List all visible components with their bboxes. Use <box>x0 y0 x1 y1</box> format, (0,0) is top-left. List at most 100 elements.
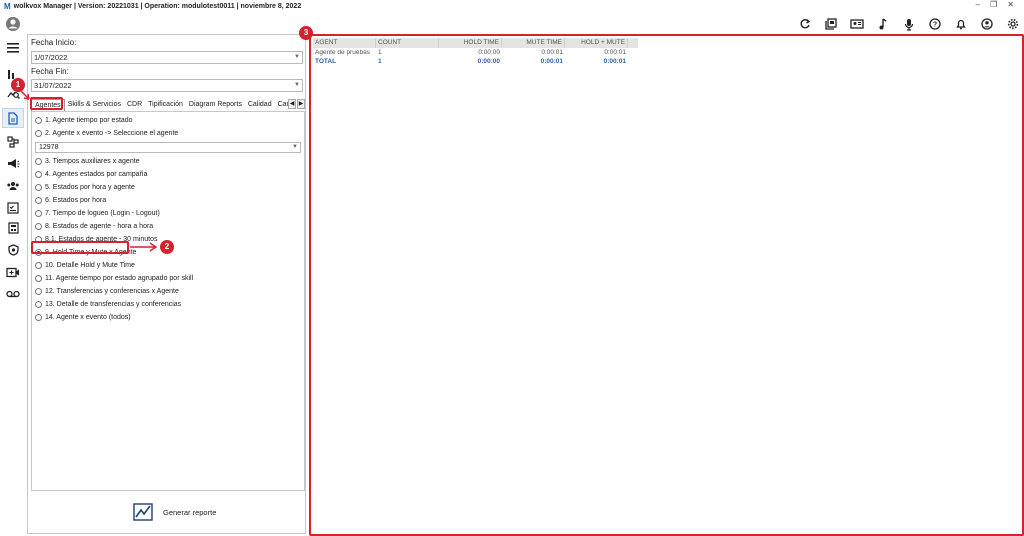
report-options-panel: Fecha Inicio: 1/07/2022 ▼ Fecha Fin: 31/… <box>27 34 306 534</box>
radio-button[interactable] <box>35 117 42 124</box>
tab-scroll-left-icon[interactable]: ◀ <box>288 99 296 109</box>
tab-diagram-reports[interactable]: Diagram Reports <box>186 99 245 111</box>
chevron-down-icon[interactable]: ▼ <box>294 52 300 63</box>
close-button[interactable]: ✕ <box>1007 0 1014 9</box>
window-title: wolkvox Manager | Version: 20221031 | Op… <box>13 3 302 10</box>
chevron-down-icon[interactable]: ▼ <box>292 143 298 152</box>
report-option[interactable]: 11. Agente tiempo por estado agrupado po… <box>35 275 193 282</box>
svg-text:?: ? <box>933 22 937 29</box>
table-header-row: AGENT COUNT HOLD TIME MUTE TIME HOLD + M… <box>313 38 638 48</box>
column-header[interactable]: AGENT <box>313 38 376 48</box>
restore-button[interactable]: ❐ <box>990 0 997 9</box>
id-card-icon[interactable] <box>850 17 864 31</box>
table-cell: 0:00:01 <box>541 49 563 56</box>
start-date-label: Fecha Inicio: <box>31 38 77 47</box>
voicemail-icon[interactable] <box>5 286 21 302</box>
report-option[interactable]: 14. Agente x evento (todos) <box>35 314 131 321</box>
radio-button[interactable] <box>35 275 42 282</box>
refresh-icon[interactable] <box>798 17 812 31</box>
step-badge-3: 3 <box>299 26 313 40</box>
radio-button[interactable] <box>35 171 42 178</box>
step-1-arrow-icon <box>19 89 30 100</box>
table-cell: 0:00:00 <box>477 58 500 65</box>
window-controls: – ❐ ✕ <box>976 0 1014 9</box>
radio-button[interactable] <box>35 314 42 321</box>
help-icon[interactable]: ? <box>928 17 942 31</box>
column-header[interactable]: HOLD + MUTE <box>565 38 628 48</box>
video-icon[interactable] <box>5 264 21 280</box>
table-cell: 0:00:00 <box>478 49 500 56</box>
music-note-icon[interactable] <box>876 17 890 31</box>
column-header[interactable]: MUTE TIME <box>502 38 565 48</box>
table-cell: Agente de pruebas <box>315 49 370 56</box>
report-option[interactable]: 8. Estados de agente - hora a hora <box>35 223 153 230</box>
minimize-button[interactable]: – <box>976 0 980 9</box>
radio-button[interactable] <box>35 130 42 137</box>
report-tabs: Agentes Skills & Servicios CDR Tipificac… <box>31 99 305 111</box>
report-option[interactable]: 1. Agente tiempo por estado <box>35 117 133 124</box>
campaign-icon[interactable] <box>5 156 21 172</box>
column-header[interactable]: HOLD TIME <box>439 38 502 48</box>
results-table: AGENT COUNT HOLD TIME MUTE TIME HOLD + M… <box>313 38 638 66</box>
radio-button[interactable] <box>35 301 42 308</box>
report-option[interactable]: 6. Estados por hora <box>35 197 106 204</box>
shield-icon[interactable] <box>5 242 21 258</box>
radio-button[interactable] <box>35 197 42 204</box>
tab-scroll: ◀ ▶ <box>288 99 305 109</box>
table-cell: 1 <box>378 58 382 65</box>
generate-report-label: Generar reporte <box>163 507 217 517</box>
start-date-value: 1/07/2022 <box>34 53 68 62</box>
report-option[interactable]: 10. Detalle Hold y Mute Time <box>35 262 135 269</box>
report-chart-icon <box>133 503 153 521</box>
radio-button[interactable] <box>35 223 42 230</box>
agent-select[interactable]: 12978 ▼ <box>35 142 301 153</box>
highlight-option-9 <box>31 241 129 254</box>
step-2-arrow-icon <box>130 242 158 252</box>
radio-button[interactable] <box>35 158 42 165</box>
calculator-icon[interactable] <box>5 220 21 236</box>
table-cell: 0:00:01 <box>604 49 626 56</box>
report-option[interactable]: 5. Estados por hora y agente <box>35 184 135 191</box>
table-cell: 1 <box>378 49 382 56</box>
end-date-field[interactable]: 31/07/2022 ▼ <box>31 79 303 92</box>
bell-icon[interactable] <box>954 17 968 31</box>
user-avatar-icon[interactable] <box>5 16 21 32</box>
reports-icon[interactable] <box>2 108 24 128</box>
radio-button[interactable] <box>35 210 42 217</box>
column-header[interactable]: COUNT <box>376 38 439 48</box>
highlight-agentes-tab <box>30 97 63 110</box>
report-option[interactable]: 12. Transferencias y conferencias x Agen… <box>35 288 179 295</box>
microphone-icon[interactable] <box>902 17 916 31</box>
checklist-icon[interactable] <box>5 200 21 216</box>
radio-button[interactable] <box>35 288 42 295</box>
tab-cdr[interactable]: CDR <box>124 99 145 111</box>
start-date-field[interactable]: 1/07/2022 ▼ <box>31 51 303 64</box>
table-cell: 0:00:01 <box>603 58 626 65</box>
report-option[interactable]: 7. Tiempo de logueo (Login - Logout) <box>35 210 160 217</box>
results-panel: AGENT COUNT HOLD TIME MUTE TIME HOLD + M… <box>309 34 1024 536</box>
report-option[interactable]: 4. Agentes estados por campaña <box>35 171 147 178</box>
report-option[interactable]: 2. Agente x evento -> Seleccione el agen… <box>35 130 178 137</box>
flow-icon[interactable] <box>5 134 21 150</box>
settings-icon[interactable] <box>1006 17 1020 31</box>
radio-button[interactable] <box>35 262 42 269</box>
book-icon[interactable] <box>824 17 838 31</box>
table-cell: 0:00:01 <box>540 58 563 65</box>
table-total-row: TOTAL 1 0:00:00 0:00:01 0:00:01 <box>313 57 638 66</box>
report-option[interactable]: 13. Detalle de transferencias y conferen… <box>35 301 181 308</box>
tab-calidad[interactable]: Calidad <box>245 99 275 111</box>
generate-report-button[interactable]: Generar reporte <box>133 503 216 521</box>
tab-tipificacion[interactable]: Tipificación <box>145 99 186 111</box>
user-circle-icon[interactable] <box>980 17 994 31</box>
team-icon[interactable] <box>5 178 21 194</box>
tab-skills-servicios[interactable]: Skills & Servicios <box>65 99 124 111</box>
menu-icon[interactable] <box>5 40 21 56</box>
radio-button[interactable] <box>35 184 42 191</box>
report-option[interactable]: 3. Tiempos auxiliares x agente <box>35 158 140 165</box>
tab-scroll-right-icon[interactable]: ▶ <box>297 99 305 109</box>
table-row[interactable]: Agente de pruebas 1 0:00:00 0:00:01 0:00… <box>313 48 638 57</box>
end-date-label: Fecha Fin: <box>31 67 69 76</box>
report-option-list: 1. Agente tiempo por estado 2. Agente x … <box>31 111 305 491</box>
chevron-down-icon[interactable]: ▼ <box>294 80 300 91</box>
app-logo: M <box>4 2 11 11</box>
